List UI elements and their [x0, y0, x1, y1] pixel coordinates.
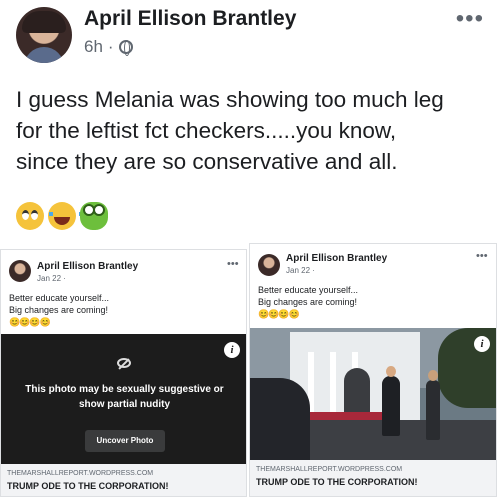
shared-text-line: Better educate yourself... — [258, 285, 359, 295]
frog-face-icon — [80, 202, 108, 230]
shared-text-line: Big changes are coming! — [258, 297, 358, 307]
shared-screenshot-right: April Ellison Brantley Jan 22 · ••• Bett… — [249, 243, 497, 497]
photo-crowd — [250, 378, 310, 460]
avatar-hair — [22, 11, 66, 33]
more-options-icon: ••• — [476, 250, 488, 262]
shared-post-time: Jan 22 · — [286, 266, 315, 275]
info-icon: i — [474, 336, 490, 352]
link-domain: THEMARSHALLREPORT.WORDPRESS.COM — [256, 466, 403, 473]
link-title: TRUMP ODE TO THE CORPORATION! — [256, 477, 418, 487]
shared-emoji: 😊😊😊😊 — [9, 317, 51, 327]
avatar — [258, 254, 280, 276]
post-meta: 6h · — [84, 37, 133, 57]
photo-door — [344, 368, 370, 418]
photo-person — [382, 366, 400, 436]
shared-author-name: April Ellison Brantley — [37, 261, 139, 272]
eye-slash-icon — [117, 358, 131, 368]
sensitive-content-overlay: i This photo may be sexually suggestive … — [1, 334, 246, 464]
shared-text-line: Better educate yourself... — [9, 293, 110, 303]
avatar[interactable] — [16, 7, 72, 63]
info-icon: i — [224, 342, 240, 358]
post-header: April Ellison Brantley 6h · ••• — [14, 5, 484, 65]
link-preview: THEMARSHALLREPORT.WORDPRESS.COM TRUMP OD… — [250, 460, 496, 496]
shared-author-name: April Ellison Brantley — [286, 253, 388, 264]
post-text-line: since they are so conservative and all. — [16, 149, 398, 174]
sensitive-warning-text: This photo may be sexually suggestive or… — [25, 384, 224, 410]
photo-person — [426, 370, 440, 440]
link-preview: THEMARSHALLREPORT.WORDPRESS.COM TRUMP OD… — [1, 464, 246, 496]
face-with-rolling-eyes-icon — [16, 202, 44, 230]
more-options-icon: ••• — [227, 258, 239, 270]
shared-post-time: Jan 22 · — [37, 274, 66, 283]
shared-photo: i — [250, 328, 496, 460]
shared-screenshot-left: April Ellison Brantley Jan 22 · ••• Bett… — [0, 249, 247, 497]
uncover-photo-button: Uncover Photo — [85, 430, 165, 452]
face-with-tears-of-joy-icon — [48, 202, 83, 230]
avatar — [9, 260, 31, 282]
shared-emoji: 😊😊😊😊 — [258, 309, 300, 319]
link-title: TRUMP ODE TO THE CORPORATION! — [7, 481, 169, 491]
meta-separator: · — [107, 37, 114, 56]
post-text: I guess Melania was showing too much leg… — [16, 84, 486, 177]
link-domain: THEMARSHALLREPORT.WORDPRESS.COM — [7, 470, 154, 477]
avatar-shirt — [24, 47, 64, 63]
post-text-line: I guess Melania was showing too much leg — [16, 87, 444, 112]
globe-icon — [118, 40, 133, 56]
shared-text-line: Big changes are coming! — [9, 305, 109, 315]
more-options-button[interactable]: ••• — [456, 5, 484, 33]
post-text-line: for the leftist fct checkers.....you kno… — [16, 118, 397, 143]
author-name[interactable]: April Ellison Brantley — [84, 7, 296, 31]
post-time[interactable]: 6h — [84, 37, 103, 57]
post-emoji-row — [16, 202, 108, 230]
